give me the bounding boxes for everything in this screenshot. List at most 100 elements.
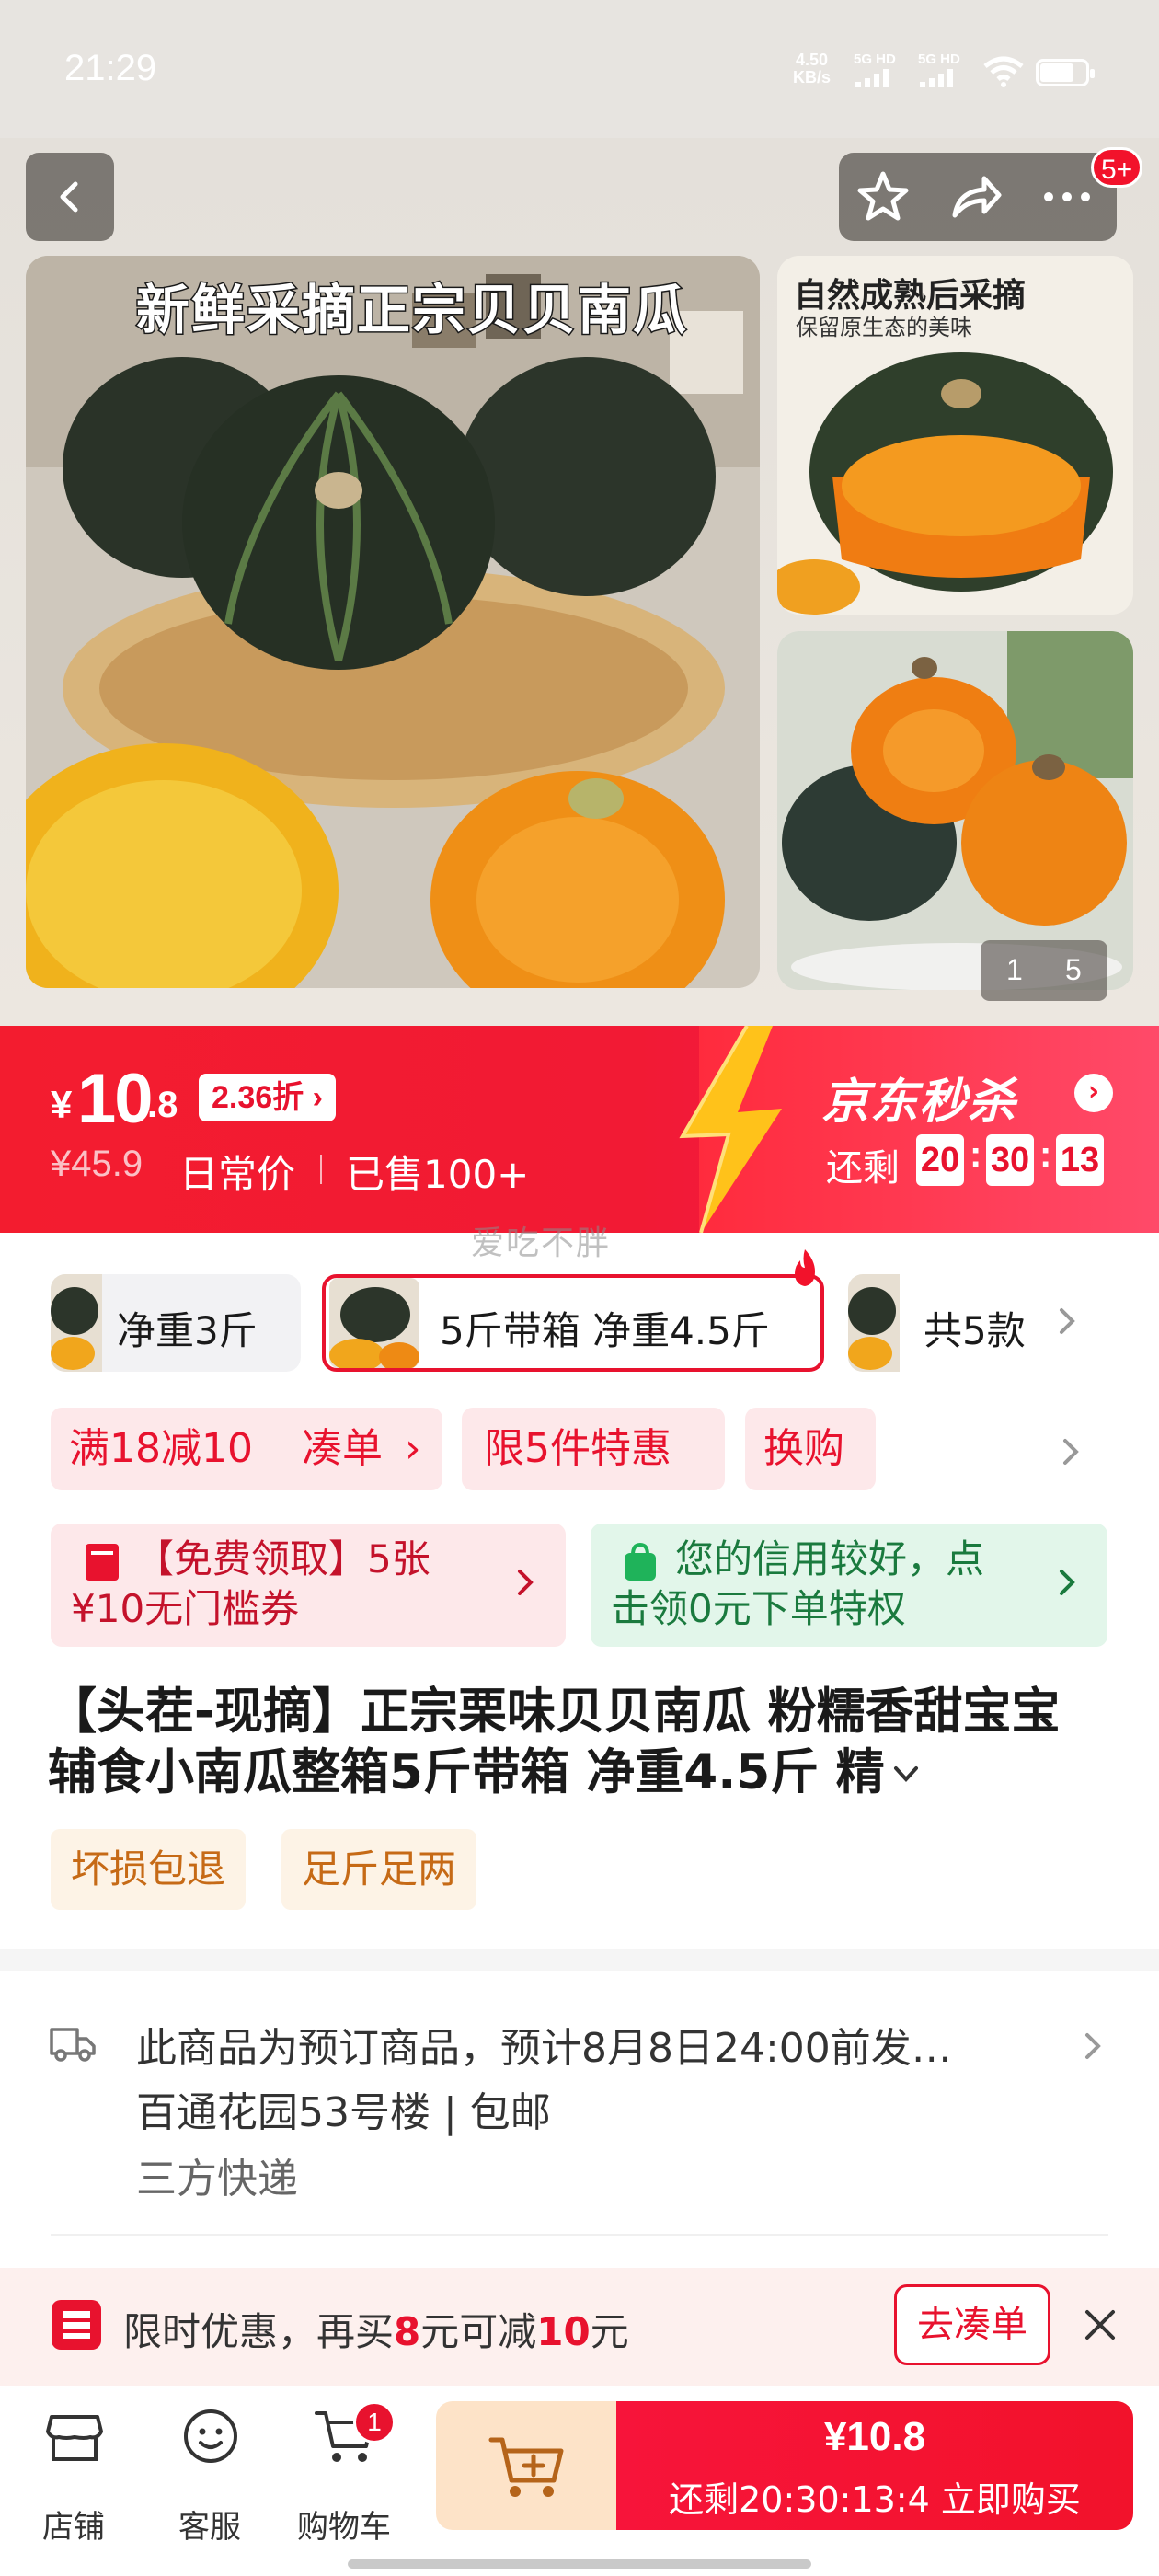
- product-title-line2: 辅食小南瓜整箱5斤带箱 净重4.5斤 精: [48, 1742, 1115, 1803]
- store-icon: [46, 2415, 103, 2461]
- shopping-bag-icon: [625, 1542, 656, 1581]
- variant-option-3jin[interactable]: 净重3斤: [51, 1274, 301, 1372]
- sim2-label: 5G HD: [918, 52, 960, 67]
- network-speed: 4.50 KB/s: [793, 52, 831, 86]
- variant-thumbnail: [51, 1274, 102, 1372]
- chevron-right-icon: ›: [405, 1425, 421, 1472]
- discount-text: 2.36折: [212, 1080, 304, 1115]
- service-tag-damage-refund: 坏损包退: [51, 1829, 247, 1910]
- buy-now-button[interactable]: ¥10.8 还剩20:30:13:4 立即购买: [616, 2401, 1133, 2530]
- pager-total: 5: [1065, 953, 1082, 986]
- battery-icon: [1036, 59, 1095, 86]
- more-dots-icon: [1044, 192, 1090, 201]
- promo-exchange[interactable]: 换购: [745, 1408, 876, 1490]
- credit-privilege-card[interactable]: 您的信用较好，点 击领0元下单特权: [591, 1524, 1107, 1647]
- service-label: 客服: [178, 2509, 241, 2546]
- close-icon[interactable]: [1082, 2306, 1119, 2343]
- original-price: ¥45.9: [51, 1144, 143, 1184]
- side-product-image-1[interactable]: 自然成熟后采摘 保留原生态的美味: [777, 256, 1133, 615]
- notification-badge: 5+: [1091, 147, 1143, 188]
- divider: [51, 2234, 1108, 2236]
- customer-service-button[interactable]: 客服: [155, 2404, 265, 2546]
- status-bar: 21:29 4.50 KB/s 5G HD 5G HD: [0, 0, 1159, 138]
- chevron-left-icon: [60, 181, 78, 213]
- shipping-address[interactable]: 百通花园53号楼 | 包邮: [136, 2079, 551, 2138]
- price-banner: ¥ 10 .8 2.36折 › ¥45.9 日常价 已售100+ 京东秒杀 › …: [0, 1026, 1159, 1233]
- image-pager: 1 5: [981, 940, 1107, 1001]
- wifi-icon: [983, 56, 1024, 87]
- variant-count-label: 共5款: [924, 1308, 1026, 1353]
- chevron-right-icon[interactable]: ›: [1074, 1074, 1113, 1112]
- countdown-separator: :: [1039, 1134, 1052, 1175]
- price-integer: 10: [77, 1060, 154, 1138]
- chevron-down-icon[interactable]: [890, 1761, 922, 1788]
- discount-chip[interactable]: 2.36折 ›: [199, 1074, 336, 1121]
- main-product-image[interactable]: 新鲜采摘正宗贝贝南瓜: [26, 256, 760, 988]
- home-indicator[interactable]: [348, 2559, 811, 2569]
- shipping-notice[interactable]: 此商品为预订商品，预计8月8日24:00前发…: [136, 2015, 952, 2074]
- shipping-carrier: 三方快递: [136, 2156, 298, 2202]
- promo-bundle-link[interactable]: 凑单: [302, 1408, 383, 1490]
- variant-thumbnail: [848, 1274, 900, 1372]
- variant-label: 5斤带箱 净重4.5斤: [440, 1308, 770, 1353]
- promo-bar-text: 限时优惠，再买8元可减10元: [123, 2309, 629, 2354]
- store-button[interactable]: 店铺: [18, 2404, 129, 2546]
- free-coupon-card[interactable]: 【免费领取】5张 ¥10无门槛券: [51, 1524, 566, 1647]
- status-time: 21:29: [64, 48, 157, 88]
- promo-full-reduction[interactable]: 满18减10 凑单 ›: [51, 1408, 442, 1490]
- side-product-image-2[interactable]: [777, 631, 1133, 990]
- side-image-subtitle: 保留原生态的美味: [796, 315, 972, 340]
- promo-label: 满18减10: [69, 1425, 253, 1472]
- countdown-separator: :: [970, 1134, 982, 1175]
- credit-title: 您的信用较好，点: [675, 1536, 985, 1581]
- lightning-icon: [679, 1026, 782, 1233]
- bundle-button[interactable]: 去凑单: [894, 2284, 1050, 2365]
- price-currency: ¥: [51, 1083, 73, 1126]
- coupon-subtitle: ¥10无门槛券: [71, 1586, 300, 1631]
- variant-thumbnail: [329, 1278, 419, 1368]
- product-title[interactable]: 【头茬-现摘】正宗栗味贝贝南瓜 粉糯香甜宝宝 辅食小南瓜整箱5斤带箱 净重4.5…: [48, 1682, 1115, 1803]
- top-actions-group: [839, 153, 1117, 241]
- countdown-minutes: 30: [986, 1134, 1034, 1186]
- chevron-right-icon[interactable]: [1082, 2030, 1104, 2063]
- promo-limited-offer[interactable]: 限5件特惠: [462, 1408, 725, 1490]
- coupon-icon: [86, 1544, 119, 1581]
- countdown-hours: 20: [916, 1134, 964, 1186]
- favorite-button[interactable]: [855, 169, 911, 224]
- daily-price-label: 日常价: [179, 1152, 296, 1197]
- sim1-label: 5G HD: [854, 52, 896, 67]
- cart-count-badge: 1: [353, 2401, 396, 2444]
- section-divider: [0, 1949, 1159, 1971]
- pager-current: 1: [1006, 953, 1023, 986]
- hot-flame-icon: [795, 1249, 815, 1286]
- add-cart-icon: [488, 2437, 564, 2497]
- smile-icon: [184, 2409, 237, 2463]
- chevron-right-icon[interactable]: [1060, 1435, 1082, 1468]
- sold-count: 已售100+: [346, 1152, 530, 1197]
- variant-label: 净重3斤: [117, 1308, 258, 1353]
- credit-subtitle: 击领0元下单特权: [611, 1586, 906, 1631]
- more-button[interactable]: [1039, 169, 1095, 224]
- variant-option-5jin-selected[interactable]: 5斤带箱 净重4.5斤: [322, 1274, 824, 1372]
- watermark: 爱吃不胖: [471, 1225, 612, 1262]
- sim2-signal-icon: 5G HD: [918, 52, 960, 87]
- chevron-right-icon: [518, 1570, 534, 1595]
- remain-label: 还剩: [826, 1147, 900, 1190]
- promo-label: 限5件特惠: [484, 1425, 671, 1472]
- back-button[interactable]: [26, 153, 114, 241]
- promo-bar-icon: [52, 2300, 101, 2350]
- chevron-right-icon[interactable]: [1056, 1305, 1078, 1338]
- star-icon: [857, 171, 909, 221]
- sim1-signal-icon: 5G HD: [854, 52, 896, 87]
- add-to-cart-button[interactable]: [436, 2401, 618, 2530]
- network-speed-unit: KB/s: [793, 68, 832, 86]
- network-speed-value: 4.50: [795, 51, 829, 69]
- share-icon: [952, 176, 1002, 218]
- share-button[interactable]: [947, 169, 1003, 224]
- main-image-caption: 新鲜采摘正宗贝贝南瓜: [134, 278, 689, 343]
- buy-countdown-label: 还剩20:30:13:4 立即购买: [669, 2479, 1081, 2520]
- buy-price: ¥10.8: [823, 2414, 926, 2459]
- countdown-seconds: 13: [1056, 1134, 1104, 1186]
- seckill-title[interactable]: 京东秒杀: [821, 1063, 1016, 1132]
- chevron-right-icon: [1060, 1570, 1075, 1595]
